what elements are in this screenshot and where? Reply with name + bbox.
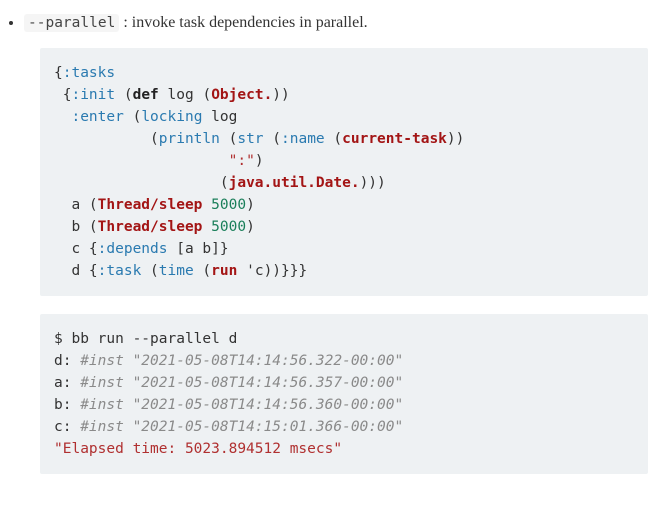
tok: { [54,87,71,103]
shell-prompt-line: $ bb run --parallel d [54,331,237,347]
tok: ( [115,87,132,103]
tok: )) [272,87,289,103]
tok: ))) [360,175,386,191]
class-date: java.util.Date. [229,175,360,191]
tok: ( [141,263,158,279]
tok: )) [447,131,464,147]
tok: log ( [159,87,211,103]
num-5000: 5000 [211,197,246,213]
fn-thread-sleep: Thread/sleep [98,219,203,235]
tok: ) [255,153,264,169]
tok [54,153,229,169]
class-object: Object. [211,87,272,103]
fn-thread-sleep: Thread/sleep [98,197,203,213]
tok: ( [194,263,211,279]
fn-locking: locking [141,109,202,125]
page: --parallel : invoke task dependencies in… [0,0,664,512]
keyword-task: :task [98,263,142,279]
tok: b ( [54,219,98,235]
tok: log [202,109,237,125]
tok: d { [54,263,98,279]
flag-code: --parallel [24,14,119,32]
tok: ( [124,109,141,125]
out-label-c: c: [54,419,80,435]
tok: a ( [54,197,98,213]
bullet-item: --parallel : invoke task dependencies in… [24,10,648,36]
out-inst-a: #inst "2021-05-08T14:14:56.357-00:00" [80,375,403,391]
bullet-list: --parallel : invoke task dependencies in… [24,10,648,36]
tok: { [54,65,63,81]
fn-println: println [159,131,220,147]
tok: [a b]} [168,241,229,257]
out-inst-b: #inst "2021-05-08T14:14:56.360-00:00" [80,397,403,413]
keyword-tasks: :tasks [63,65,115,81]
keyword-depends: :depends [98,241,168,257]
fn-time: time [159,263,194,279]
fn-run: run [211,263,237,279]
num-5000: 5000 [211,219,246,235]
keyword-def: def [133,87,159,103]
out-inst-c: #inst "2021-05-08T14:15:01.366-00:00" [80,419,403,435]
tok: 'c))}}} [237,263,307,279]
tok [54,109,71,125]
out-label-b: b: [54,397,80,413]
string-colon: ":" [229,153,255,169]
bullet-desc: : invoke task dependencies in parallel. [119,14,367,31]
code-block-tasks: {:tasks {:init (def log (Object.)) :ente… [40,48,648,296]
tok: ( [325,131,342,147]
tok: ( [54,131,159,147]
tok [202,197,211,213]
fn-str: str [237,131,263,147]
tok: c { [54,241,98,257]
out-label-a: a: [54,375,80,391]
tok: ( [54,175,229,191]
out-inst-d: #inst "2021-05-08T14:14:56.322-00:00" [80,353,403,369]
tok: ( [220,131,237,147]
tok: ) [246,219,255,235]
keyword-init: :init [71,87,115,103]
out-elapsed: "Elapsed time: 5023.894512 msecs" [54,441,342,457]
tok: ) [246,197,255,213]
code-block-output: $ bb run --parallel d d: #inst "2021-05-… [40,314,648,474]
tok: ( [264,131,281,147]
fn-current-task: current-task [342,131,447,147]
out-label-d: d: [54,353,80,369]
keyword-enter: :enter [71,109,123,125]
tok [202,219,211,235]
keyword-name: :name [281,131,325,147]
